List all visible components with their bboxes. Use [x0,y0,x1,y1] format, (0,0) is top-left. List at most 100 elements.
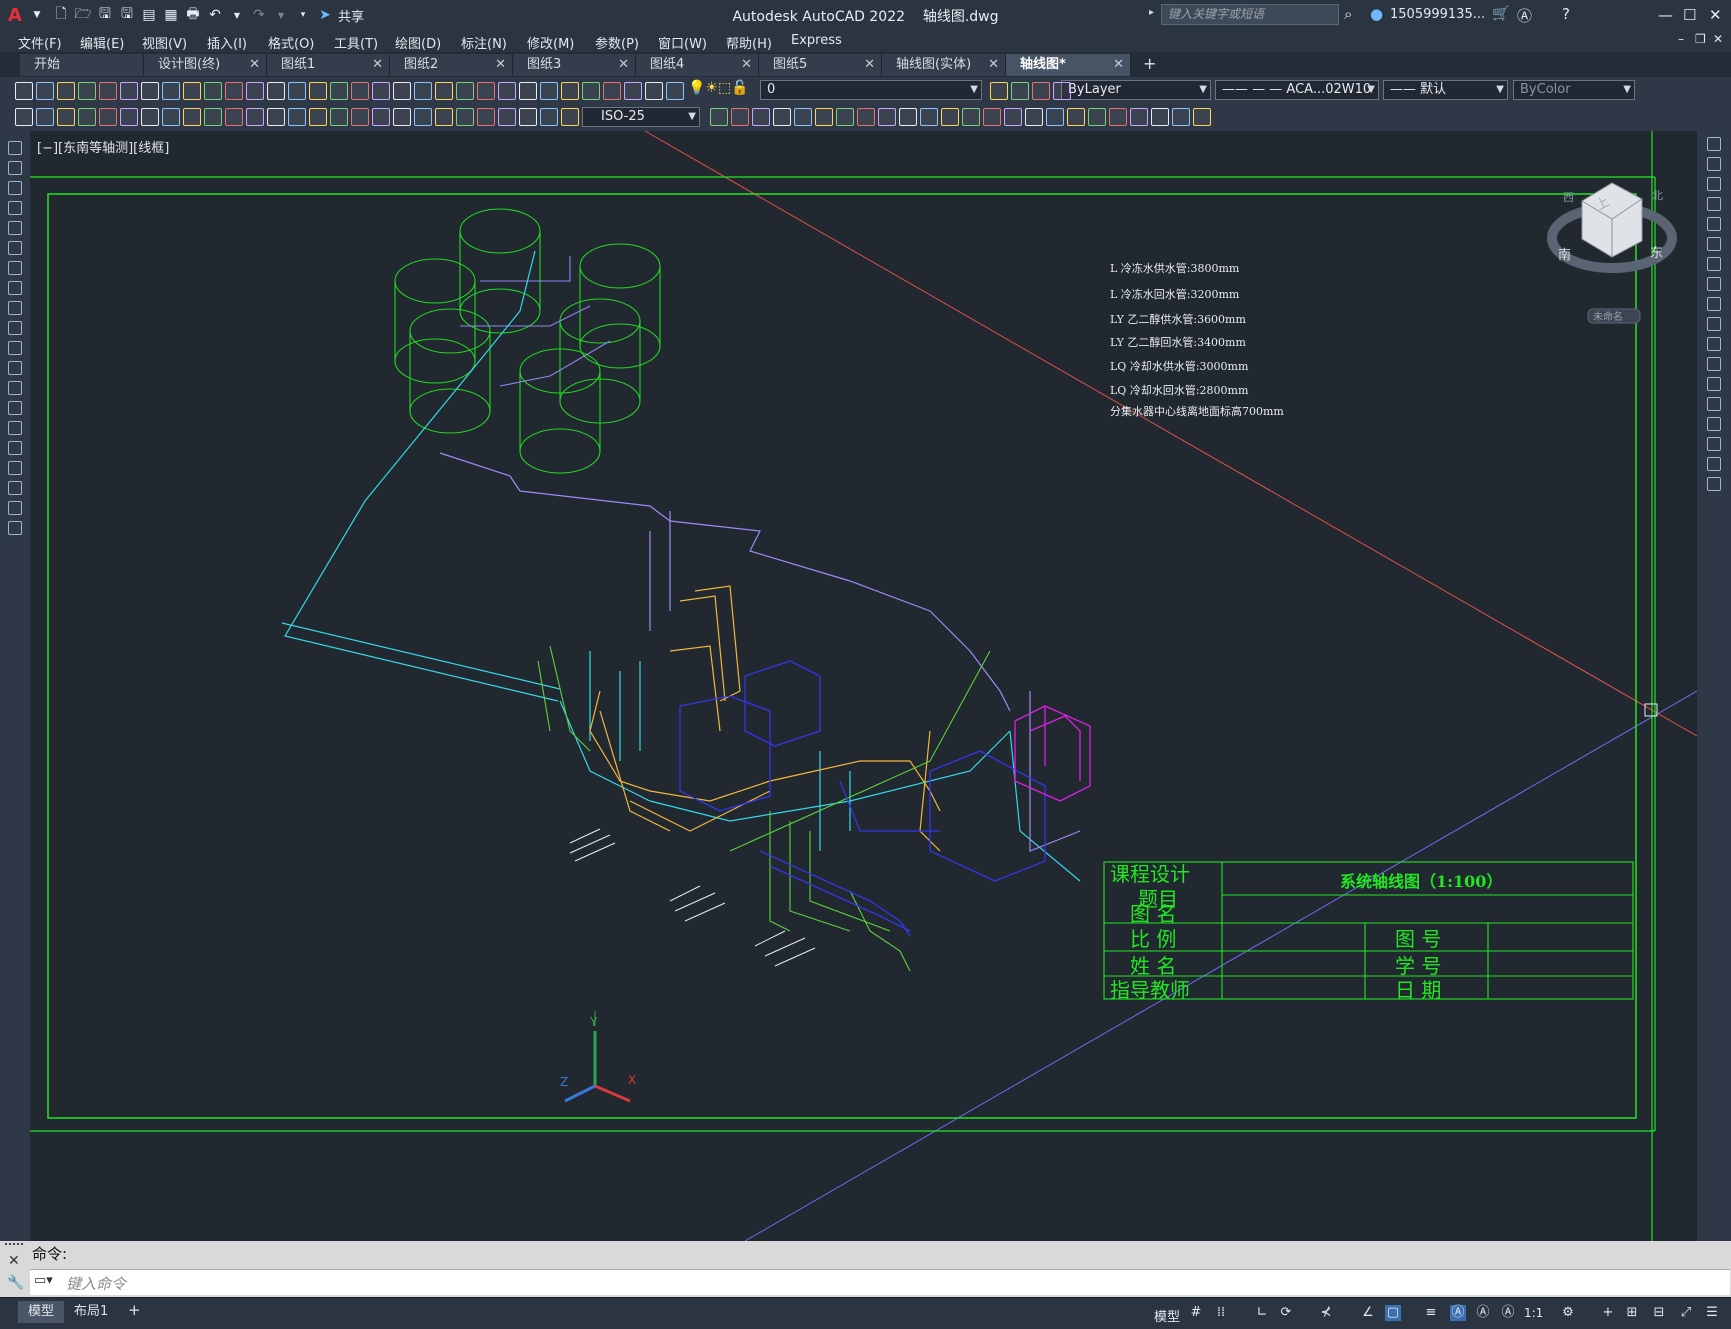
match-properties-icon[interactable] [1011,82,1029,100]
layer-select[interactable]: 0 ▼ [760,80,982,100]
chamfer-icon[interactable] [1707,417,1721,431]
viewcube-south[interactable]: 南 [1558,247,1571,263]
extrude-icon[interactable] [1151,108,1169,126]
match-properties-icon[interactable] [204,82,222,100]
tab-model[interactable]: 模型 [18,1301,65,1323]
save-icon[interactable] [561,82,579,100]
annotation-scale-value[interactable]: 1:1 [1524,1306,1543,1320]
object-snap-icon[interactable]: ▢ [1385,1305,1401,1321]
close-window-icon[interactable]: ✕ [1709,6,1722,24]
solid-icon[interactable] [1067,108,1085,126]
search-input[interactable]: 键入关键字或短语 [1161,4,1339,25]
aligned-dim-icon[interactable] [36,108,54,126]
lineweight-icon[interactable]: ≡ [1423,1305,1439,1321]
cut-icon[interactable] [141,82,159,100]
tab-layout1[interactable]: 布局1 [64,1301,118,1323]
move-icon[interactable] [1707,237,1721,251]
spline-icon[interactable] [8,301,22,315]
calculator-icon[interactable] [435,82,453,100]
slice-icon[interactable] [519,108,537,126]
text-icon[interactable] [8,501,22,515]
offset-icon[interactable] [1707,197,1721,211]
blend-icon[interactable] [1707,457,1721,471]
plotstyle-select[interactable]: ByColor ▼ [1513,80,1635,100]
preview-icon[interactable] [603,82,621,100]
tab-axis-active[interactable]: 轴线图* ✕ [1006,54,1131,76]
layer-state-icons[interactable]: 💡☀⬚🔓 [688,80,749,96]
intersect-icon[interactable] [456,108,474,126]
menu-express[interactable]: Express [791,33,842,48]
trim-icon[interactable] [1707,317,1721,331]
layer-properties-icon[interactable] [477,82,495,100]
plot-icon[interactable] [582,82,600,100]
rectangle-icon[interactable] [8,221,22,235]
object-snap-tracking-icon[interactable]: ⊀ [1318,1305,1334,1321]
zoom-window-icon[interactable] [309,82,327,100]
redo-dropdown-icon[interactable]: ▼ [272,6,290,24]
help-icon[interactable] [456,82,474,100]
revolve-icon[interactable] [1172,108,1190,126]
user-name[interactable]: 1505999135... [1390,7,1485,22]
user-icon[interactable]: ● [1370,5,1383,23]
close-icon[interactable]: ✕ [864,54,875,76]
export-icon[interactable]: ▦ [162,6,180,24]
viewcube-north[interactable]: 北 [1652,189,1663,202]
dimstyle-select[interactable]: ISO-25 ▼ [582,107,700,127]
viewcube-west[interactable]: 西 [1563,191,1574,204]
plot-icon[interactable] [78,82,96,100]
dim-edit-icon[interactable] [1004,108,1022,126]
radius-icon[interactable] [99,108,117,126]
arc-length-icon[interactable] [57,108,75,126]
jogged-icon[interactable] [120,108,138,126]
revision-cloud-icon[interactable] [8,281,22,295]
baseline-icon[interactable] [204,108,222,126]
tab-axis-solid[interactable]: 轴线图(实体) ✕ [882,54,1006,76]
share-button[interactable]: 共享 [338,6,364,25]
circle-icon[interactable] [8,261,22,275]
isolate-objects-icon[interactable]: ⊞ [1624,1305,1640,1321]
tab-sheet4[interactable]: 图纸4 ✕ [636,54,759,76]
share-icon[interactable]: ➤ [316,6,334,24]
viewcube-east[interactable]: 东 [1650,246,1663,261]
ordinate-icon[interactable] [78,108,96,126]
dim-update-icon[interactable] [1025,108,1043,126]
close-icon[interactable]: ✕ [372,54,383,76]
open-icon[interactable]: 🗁 [74,6,92,24]
aligned-dim-icon[interactable] [710,108,728,126]
baseline-icon[interactable] [878,108,896,126]
ortho-icon[interactable]: ∟ [1254,1305,1270,1321]
new-icon[interactable]: 🗋 [52,6,70,24]
hatch-icon[interactable] [8,421,22,435]
solid-icon[interactable] [393,108,411,126]
open-icon[interactable] [540,82,558,100]
line-icon[interactable] [8,141,22,155]
array-icon[interactable] [1707,217,1721,231]
close-icon[interactable]: ✕ [741,54,752,76]
linetype-select[interactable]: —— — — ACA...02W10 ▼ [1215,80,1379,100]
copy-object-icon[interactable] [1707,157,1721,171]
polyline-icon[interactable] [8,181,22,195]
open-icon[interactable] [36,82,54,100]
close-icon[interactable]: ✕ [495,54,506,76]
design-center-icon[interactable] [351,82,369,100]
gradient-icon[interactable] [8,441,22,455]
fillet-icon[interactable] [1707,437,1721,451]
autocad-logo-icon[interactable]: A [6,5,24,26]
customize-dropdown-icon[interactable]: ▾ [294,6,312,24]
help-icon[interactable]: ? [1562,5,1570,23]
polar-icon[interactable]: ⟳ [1278,1305,1294,1321]
center-mark-icon[interactable] [267,108,285,126]
quick-dim-icon[interactable] [857,108,875,126]
break-point-icon[interactable] [1707,357,1721,371]
zoom-icon[interactable] [288,82,306,100]
construction-line-icon[interactable] [8,161,22,175]
tab-sheet2[interactable]: 图纸2 ✕ [390,54,513,76]
extend-icon[interactable] [1707,337,1721,351]
add-tab-button[interactable]: + [1143,54,1156,73]
copy-icon[interactable] [666,82,684,100]
annotation-visibility-icon[interactable]: Ⓐ [1450,1305,1466,1321]
angular-icon[interactable] [836,108,854,126]
scale-icon[interactable] [1707,277,1721,291]
paste-icon[interactable] [183,82,201,100]
redo-icon[interactable] [1053,82,1071,100]
